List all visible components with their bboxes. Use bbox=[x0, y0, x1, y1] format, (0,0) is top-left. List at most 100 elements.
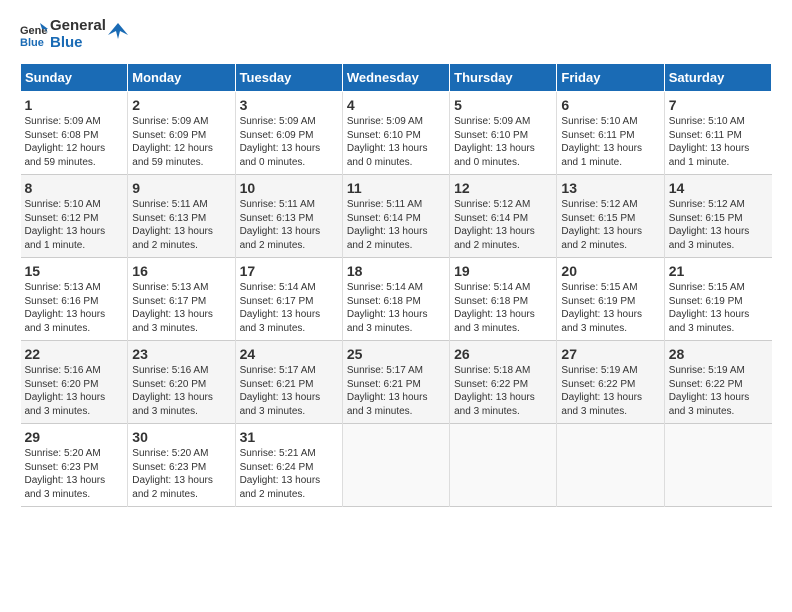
day-number: 23 bbox=[132, 346, 230, 362]
calendar-cell: 30 Sunrise: 5:20 AMSunset: 6:23 PMDayligh… bbox=[128, 424, 235, 507]
day-number: 8 bbox=[25, 180, 124, 196]
day-number: 25 bbox=[347, 346, 445, 362]
week-row-2: 8 Sunrise: 5:10 AMSunset: 6:12 PMDaylight… bbox=[21, 175, 772, 258]
calendar-cell: 28 Sunrise: 5:19 AMSunset: 6:22 PMDayligh… bbox=[664, 341, 771, 424]
calendar-cell: 12 Sunrise: 5:12 AMSunset: 6:14 PMDayligh… bbox=[450, 175, 557, 258]
calendar-cell: 3 Sunrise: 5:09 AMSunset: 6:09 PMDaylight… bbox=[235, 92, 342, 175]
header: General Blue General Blue bbox=[20, 18, 772, 51]
day-number: 7 bbox=[669, 97, 768, 113]
cell-info: Sunrise: 5:17 AMSunset: 6:21 PMDaylight:… bbox=[240, 364, 338, 418]
day-number: 3 bbox=[240, 97, 338, 113]
day-number: 17 bbox=[240, 263, 338, 279]
calendar-cell: 7 Sunrise: 5:10 AMSunset: 6:11 PMDaylight… bbox=[664, 92, 771, 175]
day-number: 4 bbox=[347, 97, 445, 113]
calendar-cell: 13Sunrise: 5:12 AMSunset: 6:15 PMDayligh… bbox=[557, 175, 664, 258]
cell-info: Sunrise: 5:10 AMSunset: 6:12 PMDaylight:… bbox=[25, 198, 124, 252]
calendar-cell: 2 Sunrise: 5:09 AMSunset: 6:09 PMDaylight… bbox=[128, 92, 235, 175]
cell-info: Sunrise: 5:09 AMSunset: 6:08 PMDaylight:… bbox=[25, 115, 124, 169]
svg-text:Blue: Blue bbox=[20, 37, 44, 49]
calendar-body: 1Sunrise: 5:09 AMSunset: 6:08 PMDaylight… bbox=[21, 92, 772, 507]
logo-general: General bbox=[50, 18, 106, 35]
cell-info: Sunrise: 5:14 AMSunset: 6:17 PMDaylight:… bbox=[240, 281, 338, 335]
week-row-4: 22 Sunrise: 5:16 AMSunset: 6:20 PMDayligh… bbox=[21, 341, 772, 424]
cell-info: Sunrise: 5:16 AMSunset: 6:20 PMDaylight:… bbox=[132, 364, 230, 418]
day-number: 24 bbox=[240, 346, 338, 362]
logo-blue: Blue bbox=[50, 35, 106, 52]
day-number: 31 bbox=[240, 429, 338, 445]
calendar-cell: 19 Sunrise: 5:14 AMSunset: 6:18 PMDayligh… bbox=[450, 258, 557, 341]
logo-bird-icon bbox=[108, 21, 128, 49]
column-header-monday: Monday bbox=[128, 64, 235, 92]
calendar-cell: 31 Sunrise: 5:21 AMSunset: 6:24 PMDayligh… bbox=[235, 424, 342, 507]
column-header-thursday: Thursday bbox=[450, 64, 557, 92]
calendar-cell: 17 Sunrise: 5:14 AMSunset: 6:17 PMDayligh… bbox=[235, 258, 342, 341]
cell-info: Sunrise: 5:10 AMSunset: 6:11 PMDaylight:… bbox=[669, 115, 768, 169]
calendar-cell bbox=[557, 424, 664, 507]
calendar-cell: 16Sunrise: 5:13 AMSunset: 6:17 PMDayligh… bbox=[128, 258, 235, 341]
day-number: 21 bbox=[669, 263, 768, 279]
column-header-saturday: Saturday bbox=[664, 64, 771, 92]
cell-info: Sunrise: 5:09 AMSunset: 6:10 PMDaylight:… bbox=[347, 115, 445, 169]
day-number: 12 bbox=[454, 180, 552, 196]
day-number: 28 bbox=[669, 346, 768, 362]
day-number: 27 bbox=[561, 346, 659, 362]
calendar-cell: 18Sunrise: 5:14 AMSunset: 6:18 PMDayligh… bbox=[342, 258, 449, 341]
calendar-cell: 21Sunrise: 5:15 AMSunset: 6:19 PMDayligh… bbox=[664, 258, 771, 341]
calendar-cell: 25 Sunrise: 5:17 AMSunset: 6:21 PMDayligh… bbox=[342, 341, 449, 424]
cell-info: Sunrise: 5:09 AMSunset: 6:10 PMDaylight:… bbox=[454, 115, 552, 169]
calendar-cell bbox=[342, 424, 449, 507]
logo: General Blue General Blue bbox=[20, 18, 128, 51]
calendar-cell: 22Sunrise: 5:16 AMSunset: 6:20 PMDayligh… bbox=[21, 341, 128, 424]
calendar-cell: 24 Sunrise: 5:17 AMSunset: 6:21 PMDayligh… bbox=[235, 341, 342, 424]
cell-info: Sunrise: 5:13 AMSunset: 6:16 PMDaylight:… bbox=[25, 281, 124, 335]
day-number: 14 bbox=[669, 180, 768, 196]
calendar-cell bbox=[450, 424, 557, 507]
cell-info: Sunrise: 5:09 AMSunset: 6:09 PMDaylight:… bbox=[132, 115, 230, 169]
calendar-cell: 15 Sunrise: 5:13 AMSunset: 6:16 PMDayligh… bbox=[21, 258, 128, 341]
cell-info: Sunrise: 5:11 AMSunset: 6:14 PMDaylight:… bbox=[347, 198, 445, 252]
day-number: 15 bbox=[25, 263, 124, 279]
day-number: 18 bbox=[347, 263, 445, 279]
cell-info: Sunrise: 5:12 AMSunset: 6:14 PMDaylight:… bbox=[454, 198, 552, 252]
cell-info: Sunrise: 5:18 AMSunset: 6:22 PMDaylight:… bbox=[454, 364, 552, 418]
cell-info: Sunrise: 5:11 AMSunset: 6:13 PMDaylight:… bbox=[132, 198, 230, 252]
calendar-cell: 23 Sunrise: 5:16 AMSunset: 6:20 PMDayligh… bbox=[128, 341, 235, 424]
cell-info: Sunrise: 5:19 AMSunset: 6:22 PMDaylight:… bbox=[669, 364, 768, 418]
cell-info: Sunrise: 5:12 AMSunset: 6:15 PMDaylight:… bbox=[561, 198, 659, 252]
week-row-3: 15 Sunrise: 5:13 AMSunset: 6:16 PMDayligh… bbox=[21, 258, 772, 341]
cell-info: Sunrise: 5:19 AMSunset: 6:22 PMDaylight:… bbox=[561, 364, 659, 418]
day-number: 10 bbox=[240, 180, 338, 196]
week-row-1: 1Sunrise: 5:09 AMSunset: 6:08 PMDaylight… bbox=[21, 92, 772, 175]
day-number: 20 bbox=[561, 263, 659, 279]
cell-info: Sunrise: 5:10 AMSunset: 6:11 PMDaylight:… bbox=[561, 115, 659, 169]
day-number: 22 bbox=[25, 346, 124, 362]
cell-info: Sunrise: 5:20 AMSunset: 6:23 PMDaylight:… bbox=[132, 447, 230, 501]
day-number: 6 bbox=[561, 97, 659, 113]
day-number: 19 bbox=[454, 263, 552, 279]
column-header-tuesday: Tuesday bbox=[235, 64, 342, 92]
calendar-header-row: SundayMondayTuesdayWednesdayThursdayFrid… bbox=[21, 64, 772, 92]
day-number: 16 bbox=[132, 263, 230, 279]
calendar-cell: 11 Sunrise: 5:11 AMSunset: 6:14 PMDayligh… bbox=[342, 175, 449, 258]
calendar-table: SundayMondayTuesdayWednesdayThursdayFrid… bbox=[20, 63, 772, 507]
day-number: 2 bbox=[132, 97, 230, 113]
cell-info: Sunrise: 5:15 AMSunset: 6:19 PMDaylight:… bbox=[561, 281, 659, 335]
day-number: 5 bbox=[454, 97, 552, 113]
logo-icon: General Blue bbox=[20, 21, 48, 49]
calendar-cell bbox=[664, 424, 771, 507]
cell-info: Sunrise: 5:12 AMSunset: 6:15 PMDaylight:… bbox=[669, 198, 768, 252]
day-number: 30 bbox=[132, 429, 230, 445]
day-number: 26 bbox=[454, 346, 552, 362]
calendar-cell: 6 Sunrise: 5:10 AMSunset: 6:11 PMDaylight… bbox=[557, 92, 664, 175]
cell-info: Sunrise: 5:14 AMSunset: 6:18 PMDaylight:… bbox=[454, 281, 552, 335]
column-header-wednesday: Wednesday bbox=[342, 64, 449, 92]
cell-info: Sunrise: 5:11 AMSunset: 6:13 PMDaylight:… bbox=[240, 198, 338, 252]
day-number: 11 bbox=[347, 180, 445, 196]
calendar-cell: 10 Sunrise: 5:11 AMSunset: 6:13 PMDayligh… bbox=[235, 175, 342, 258]
calendar-cell: 8 Sunrise: 5:10 AMSunset: 6:12 PMDaylight… bbox=[21, 175, 128, 258]
cell-info: Sunrise: 5:17 AMSunset: 6:21 PMDaylight:… bbox=[347, 364, 445, 418]
week-row-5: 29Sunrise: 5:20 AMSunset: 6:23 PMDayligh… bbox=[21, 424, 772, 507]
cell-info: Sunrise: 5:09 AMSunset: 6:09 PMDaylight:… bbox=[240, 115, 338, 169]
cell-info: Sunrise: 5:21 AMSunset: 6:24 PMDaylight:… bbox=[240, 447, 338, 501]
page: General Blue General Blue SundayMondayTu… bbox=[0, 0, 792, 517]
